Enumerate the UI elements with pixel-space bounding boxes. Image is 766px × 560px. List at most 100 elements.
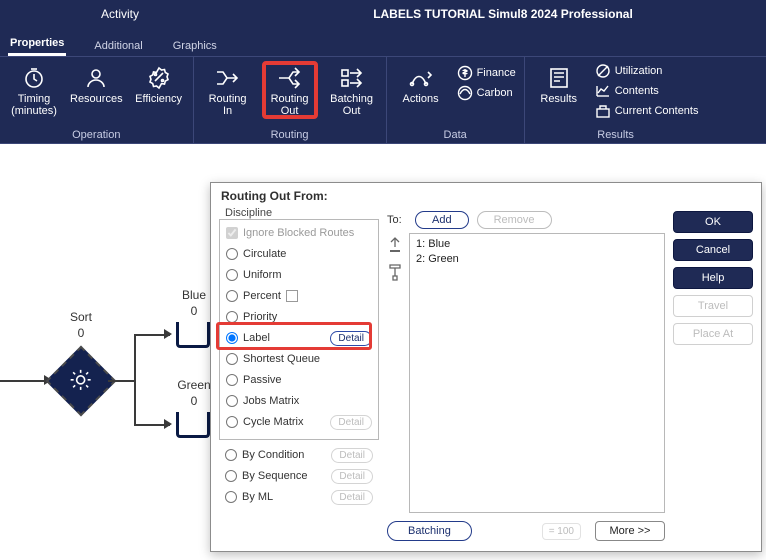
eq-100-button: = 100 [542,523,581,540]
actions-button[interactable]: Actions [395,63,447,105]
ignore-blocked-input[interactable] [226,227,238,239]
group-data-label: Data [444,129,467,141]
contents-label: Contents [615,85,659,97]
queue-shape-icon [176,412,210,438]
routing-in-label: Routing In [209,93,247,117]
more-button[interactable]: More >> [595,521,665,541]
finance-button[interactable]: Finance [457,65,516,81]
help-button[interactable]: Help [673,267,753,289]
cancel-button[interactable]: Cancel [673,239,753,261]
radio-jobs-matrix-input[interactable] [226,395,238,407]
radio-uniform-label: Uniform [243,269,282,281]
batching-button[interactable]: Batching [387,521,472,541]
routing-out-button[interactable]: Routing Out [264,63,316,117]
radio-cycle-matrix-input[interactable] [226,416,238,428]
cycle-detail-button: Detail [330,415,372,430]
routing-in-button[interactable]: Routing In [202,63,254,117]
group-operation-label: Operation [72,129,120,141]
radio-circulate-input[interactable] [226,248,238,260]
finance-label: Finance [477,67,516,79]
radio-cycle-matrix-label: Cycle Matrix [243,416,304,428]
results-button[interactable]: Results [533,63,585,105]
routing-out-icon [276,65,304,91]
dialog-title: Routing Out From: [211,183,761,207]
timing-button[interactable]: Timing (minutes) [8,63,60,117]
radio-passive-input[interactable] [226,374,238,386]
add-button[interactable]: Add [415,211,469,229]
contents-button[interactable]: Contents [595,83,699,99]
timing-label: Timing (minutes) [11,93,57,117]
destination-list[interactable]: 1: Blue 2: Green [409,233,665,513]
move-up-icon[interactable] [387,235,403,253]
radio-by-ml[interactable]: By ML Detail [225,488,373,506]
efficiency-label: Efficiency [135,93,182,105]
radio-by-sequence[interactable]: By Sequence Detail [225,467,373,485]
destinations-panel: To: Add Remove 1: Blue 2: Green Batching… [387,207,665,541]
percent-input[interactable] [286,290,298,302]
gear-icon [69,368,93,395]
carbon-button[interactable]: Carbon [457,85,516,101]
radio-percent-input[interactable] [226,290,238,302]
tab-properties[interactable]: Properties [8,33,66,56]
list-item[interactable]: 1: Blue [416,238,658,253]
ribbon-groups: Timing (minutes) Resources Efficiency Op… [0,56,766,144]
reorder-tools [387,233,405,513]
dialog-buttons: OK Cancel Help Travel Place At [673,207,753,541]
radio-passive-label: Passive [243,374,282,386]
to-label: To: [387,214,407,226]
radio-by-ml-input[interactable] [225,491,237,503]
travel-button: Travel [673,295,753,317]
tab-graphics[interactable]: Graphics [171,36,219,56]
utilization-button[interactable]: Utilization [595,63,699,79]
title-row: Activity LABELS TUTORIAL Simul8 2024 Pro… [0,0,766,28]
paint-icon[interactable] [387,263,403,281]
radio-by-condition-input[interactable] [225,449,237,461]
discipline-label: Discipline [225,207,379,219]
results-label: Results [540,93,577,105]
radio-jobs-matrix-label: Jobs Matrix [243,395,299,407]
radio-shortest-input[interactable] [226,353,238,365]
group-routing: Routing In Routing Out Batching Out Rout… [194,57,387,143]
group-routing-label: Routing [271,129,309,141]
resources-label: Resources [70,93,123,105]
queue-blue[interactable]: Blue 0 [176,322,212,356]
radio-by-condition[interactable]: By Condition Detail [225,446,373,464]
place-at-button: Place At [673,323,753,345]
condition-detail-button: Detail [331,448,373,463]
ok-button[interactable]: OK [673,211,753,233]
radio-shortest[interactable]: Shortest Queue [226,350,372,368]
group-operation: Timing (minutes) Resources Efficiency Op… [0,57,194,143]
radio-by-sequence-input[interactable] [225,470,237,482]
routing-out-label: Routing Out [271,93,309,117]
tab-additional[interactable]: Additional [92,36,144,56]
carbon-label: Carbon [477,87,513,99]
list-item[interactable]: 2: Green [416,253,658,268]
queue-green[interactable]: Green 0 [176,412,212,446]
radio-uniform-input[interactable] [226,269,238,281]
radio-cycle-matrix[interactable]: Cycle Matrix Detail [226,413,372,431]
app-title: LABELS TUTORIAL Simul8 2024 Professional [240,7,766,21]
clock-icon [20,65,48,91]
radio-percent[interactable]: Percent [226,287,372,305]
radio-uniform[interactable]: Uniform [226,266,372,284]
ignore-blocked-label: Ignore Blocked Routes [243,227,354,239]
current-contents-button[interactable]: Current Contents [595,103,699,119]
radio-by-ml-label: By ML [242,491,273,503]
radio-circulate[interactable]: Circulate [226,245,372,263]
box-items-icon [595,103,611,119]
resources-button[interactable]: Resources [70,63,123,105]
radio-by-condition-label: By Condition [242,449,304,461]
actions-label: Actions [403,93,439,105]
sort-activity-node[interactable]: Sort 0 [56,356,106,406]
label-highlight-box [216,322,372,350]
percent-badge-icon [145,65,173,91]
radio-jobs-matrix[interactable]: Jobs Matrix [226,392,372,410]
pie-slash-icon [595,63,611,79]
ignore-blocked-checkbox[interactable]: Ignore Blocked Routes [226,224,372,242]
radio-passive[interactable]: Passive [226,371,372,389]
sort-label: Sort [56,310,106,324]
discipline-panel: Discipline Ignore Blocked Routes Circula… [219,207,379,541]
efficiency-button[interactable]: Efficiency [133,63,185,105]
batching-out-button[interactable]: Batching Out [326,63,378,117]
results-icon [545,65,573,91]
